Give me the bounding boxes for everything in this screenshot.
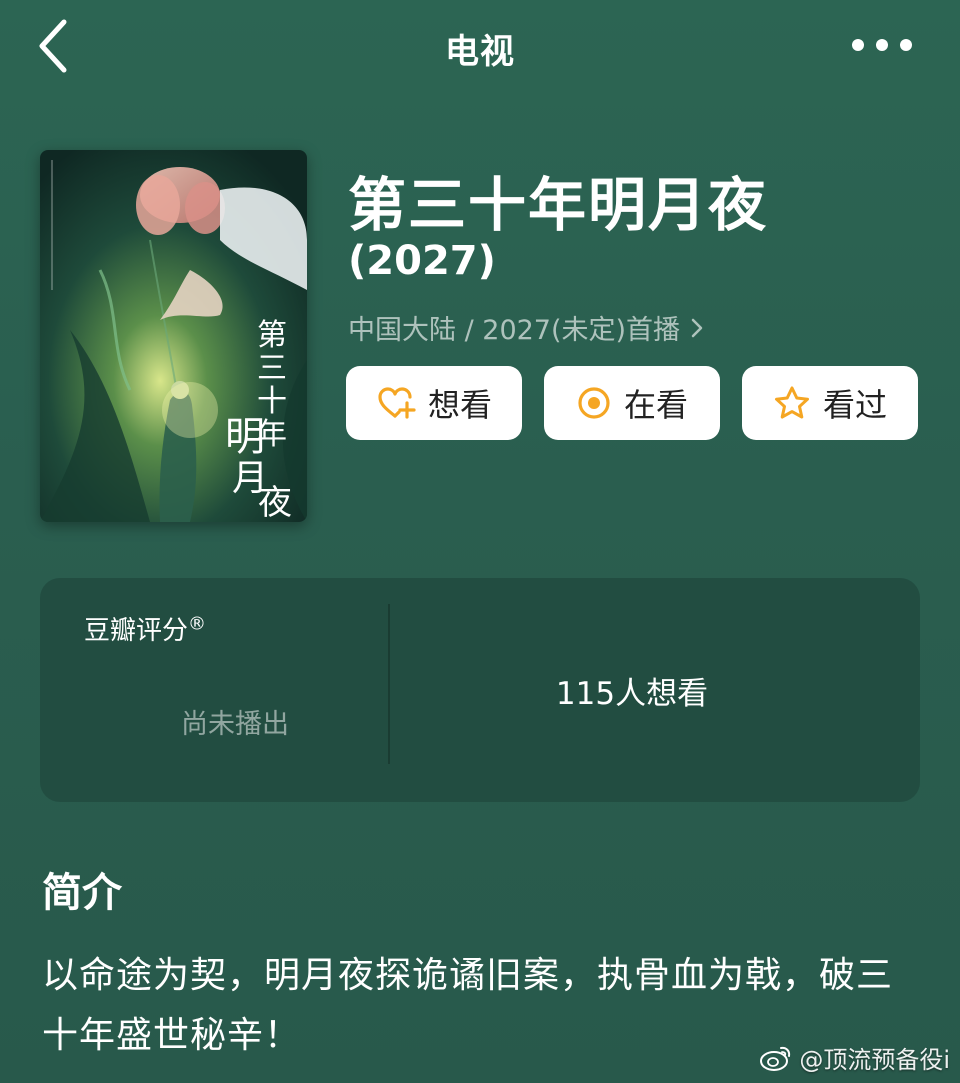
watching-button[interactable]: 在看 [544, 366, 720, 440]
rating-card[interactable]: 豆瓣评分® 尚未播出 115人想看 [40, 578, 920, 802]
page-title: 电视 [445, 32, 515, 72]
heart-plus-icon [378, 387, 416, 419]
star-icon [774, 386, 809, 419]
chevron-right-icon [691, 318, 703, 337]
svg-text:明: 明 [225, 414, 265, 460]
show-poster[interactable]: 第 三 十 年 明 月 夜 [40, 150, 307, 522]
want-to-watch-count: 115人想看 [555, 676, 709, 712]
watermark: @顶流预备役i [759, 1040, 950, 1075]
show-year: (2027) [348, 238, 496, 284]
intro-heading: 简介 [42, 870, 122, 916]
show-title: 第三十年明月夜 [348, 171, 769, 239]
poster-artwork: 第 三 十 年 明 月 夜 [40, 150, 307, 522]
action-buttons: 想看 在看 看过 [346, 366, 918, 440]
watching-label: 在看 [623, 386, 688, 424]
svg-text:夜: 夜 [258, 483, 292, 522]
watched-label: 看过 [822, 386, 887, 424]
svg-text:第: 第 [257, 318, 287, 353]
rating-status: 尚未播出 [181, 709, 289, 740]
target-icon [578, 387, 610, 419]
want-to-watch-label: 想看 [427, 386, 492, 424]
show-meta-link[interactable]: 中国大陆 / 2027(未定)首播 [348, 308, 704, 347]
movie-detail-page: 电视 第 三 十 年 明 月 夜 第三十年明月夜 (2027) 中国大陆 / 2… [0, 0, 960, 1083]
svg-text:三: 三 [257, 351, 287, 386]
more-button[interactable] [850, 30, 914, 60]
want-to-watch-button[interactable]: 想看 [346, 366, 522, 440]
douban-rating-label: 豆瓣评分® [84, 613, 207, 646]
more-dots-icon [852, 39, 912, 51]
watched-button[interactable]: 看过 [742, 366, 918, 440]
watermark-text: @顶流预备役i [799, 1046, 950, 1074]
weibo-icon [760, 1046, 791, 1071]
show-meta-text: 中国大陆 / 2027(未定)首播 [348, 315, 681, 346]
